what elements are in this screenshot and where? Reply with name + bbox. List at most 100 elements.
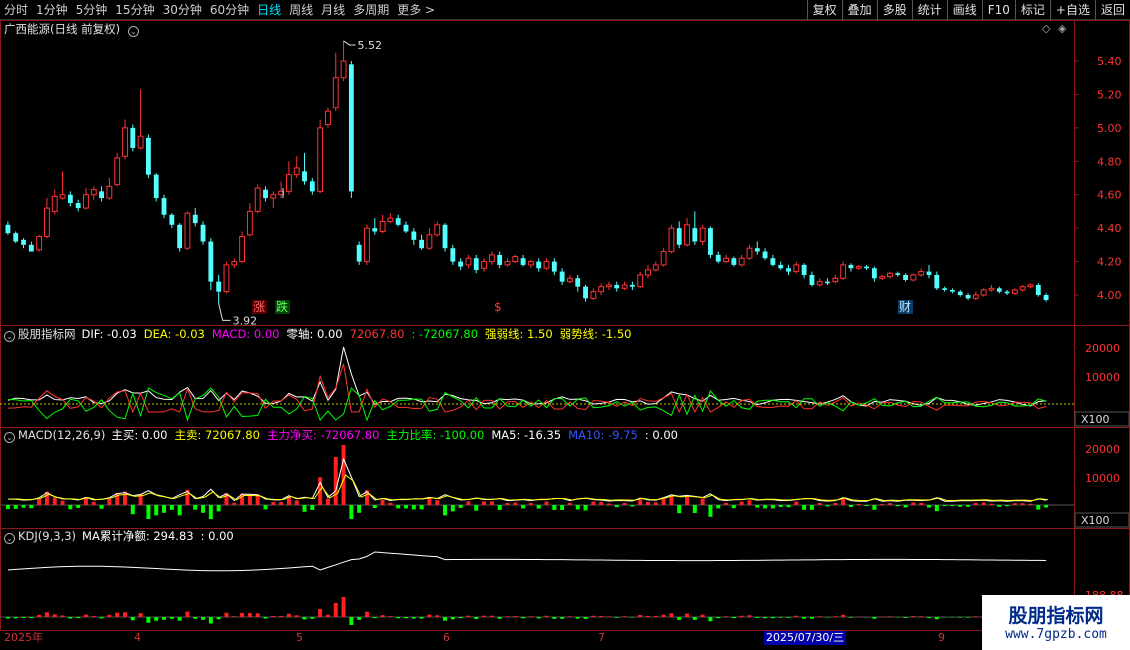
candle-body-89 bbox=[699, 227, 706, 243]
candle-body-105 bbox=[825, 281, 830, 284]
panel3-bar-97 bbox=[763, 617, 768, 619]
panel3-bar-103 bbox=[809, 617, 814, 619]
candle-body-38 bbox=[302, 171, 307, 182]
panel3-bar-22 bbox=[177, 617, 182, 621]
panel1-value-2: MACD: 0.00 bbox=[211, 327, 280, 341]
panel1-value-6: 强弱线: 1.50 bbox=[485, 327, 553, 341]
tool-button-3[interactable]: 统计 bbox=[911, 0, 947, 20]
candle-body-79 bbox=[621, 284, 628, 289]
period-tab-0[interactable]: 分时 bbox=[0, 0, 32, 20]
tool-button-1[interactable]: 叠加 bbox=[841, 0, 877, 20]
candle-body-113 bbox=[887, 272, 893, 278]
panel3-bar-15 bbox=[122, 612, 127, 617]
panel3-bar-116 bbox=[911, 616, 916, 617]
panel3-bar-56 bbox=[443, 617, 448, 621]
panel2-bar-85 bbox=[669, 494, 674, 505]
candle-body-90 bbox=[708, 228, 713, 255]
period-tab-7[interactable]: 周线 bbox=[285, 0, 317, 20]
panel3-bar-57 bbox=[450, 617, 455, 620]
watermark-logo: 股朋指标网 www.7gpzb.com bbox=[982, 595, 1130, 650]
period-tab-2[interactable]: 5分钟 bbox=[72, 0, 112, 20]
candle-body-65 bbox=[512, 256, 519, 263]
period-tab-6[interactable]: 日线 bbox=[253, 0, 285, 20]
panel2-main-line bbox=[7, 457, 1047, 502]
tool-button-7[interactable]: +自选 bbox=[1049, 0, 1095, 20]
period-tab-8[interactable]: 月线 bbox=[317, 0, 349, 20]
panel2-bar-64 bbox=[505, 503, 510, 505]
candle-body-32 bbox=[254, 187, 261, 212]
panel2-bar-132 bbox=[1036, 505, 1041, 510]
tool-button-4[interactable]: 画线 bbox=[946, 0, 982, 20]
candle-body-87 bbox=[684, 224, 690, 246]
panel2-bar-118 bbox=[927, 505, 932, 508]
panel2-value-0: 主买: 0.00 bbox=[111, 428, 168, 442]
tool-button-8[interactable]: 返回 bbox=[1094, 0, 1130, 20]
period-tab-1[interactable]: 1分钟 bbox=[32, 0, 72, 20]
chevron-down-icon[interactable]: ⌄ bbox=[4, 331, 15, 342]
panel2-bar-54 bbox=[427, 498, 432, 505]
candle-body-55 bbox=[434, 224, 441, 236]
panel3-bar-32 bbox=[255, 613, 260, 617]
candle-body-94 bbox=[738, 257, 745, 266]
panel2-bar-3 bbox=[29, 505, 34, 509]
marker-3: 财 bbox=[899, 300, 911, 314]
panel3-bar-102 bbox=[802, 617, 807, 619]
candle-body-36 bbox=[285, 174, 292, 192]
y-label-1: 5.20 bbox=[1097, 88, 1122, 101]
period-toolbar: 分时 1分钟 5分钟 15分钟 30分钟 60分钟 日线 周线 月线 多周期 更多 > 复权 叠加 多股… bbox=[0, 0, 1130, 20]
panel3-bar-34 bbox=[271, 615, 276, 617]
panel2-bar-39 bbox=[310, 505, 315, 510]
panel3-bar-87 bbox=[685, 613, 690, 617]
period-tab-10[interactable]: 更多 > bbox=[393, 0, 439, 20]
panel3-bar-27 bbox=[216, 617, 221, 620]
candle-body-13 bbox=[106, 185, 113, 199]
candle-body-54 bbox=[426, 234, 433, 249]
candle-body-99 bbox=[778, 264, 784, 269]
tool-button-2[interactable]: 多股 bbox=[876, 0, 912, 20]
panel3-bar-48 bbox=[380, 615, 385, 617]
candle-body-121 bbox=[950, 289, 955, 292]
panel2-bar-97 bbox=[763, 505, 768, 509]
candle-body-31 bbox=[246, 210, 253, 236]
candle-body-15 bbox=[122, 127, 128, 157]
period-tab-5[interactable]: 60分钟 bbox=[206, 0, 253, 20]
period-tab-4[interactable]: 30分钟 bbox=[159, 0, 206, 20]
diamond-icon[interactable]: ◇ bbox=[1042, 22, 1050, 35]
panel3-bar-92 bbox=[724, 616, 729, 617]
panel2-scale-box bbox=[1074, 512, 1130, 528]
candle-body-129 bbox=[1011, 289, 1018, 294]
panel2-bar-98 bbox=[770, 505, 775, 509]
panel3-bar-59 bbox=[466, 615, 471, 617]
panel3-bar-53 bbox=[419, 617, 424, 619]
panel3-bar-33 bbox=[263, 617, 268, 619]
panel2-bar-63 bbox=[497, 505, 502, 510]
marker-1: 跌 bbox=[276, 299, 288, 314]
panel2-bar-78 bbox=[614, 505, 619, 508]
high-marker-line bbox=[343, 40, 356, 46]
candle-body-41 bbox=[325, 110, 331, 126]
expand-icon[interactable]: ◈ bbox=[1058, 22, 1066, 35]
panel3-bar-20 bbox=[162, 617, 167, 620]
chevron-down-icon[interactable]: ⌄ bbox=[4, 432, 15, 443]
candle-body-72 bbox=[567, 277, 573, 283]
candle-body-124 bbox=[972, 294, 979, 299]
candle-body-117 bbox=[918, 271, 925, 276]
panel1-red-line bbox=[7, 363, 1047, 414]
period-tab-9[interactable]: 多周期 bbox=[349, 0, 393, 20]
candle-body-66 bbox=[520, 258, 526, 265]
panel2-bar-120 bbox=[942, 505, 947, 507]
tool-button-0[interactable]: 复权 bbox=[806, 0, 842, 20]
chevron-down-icon[interactable]: ⌄ bbox=[127, 26, 139, 37]
tool-button-5[interactable]: F10 bbox=[981, 0, 1015, 20]
tool-button-6[interactable]: 标记 bbox=[1014, 0, 1050, 20]
panel2-bar-60 bbox=[474, 505, 479, 511]
candle-body-104 bbox=[816, 281, 823, 286]
candle-body-93 bbox=[731, 258, 737, 265]
period-tab-3[interactable]: 15分钟 bbox=[111, 0, 158, 20]
candle-body-103 bbox=[809, 274, 815, 285]
candle-body-125 bbox=[980, 289, 987, 296]
marker-bg-0 bbox=[252, 300, 267, 314]
panel3-bar-65 bbox=[513, 616, 518, 617]
chevron-down-icon[interactable]: ⌄ bbox=[4, 533, 15, 544]
panel3-value-1: : 0.00 bbox=[200, 529, 234, 543]
